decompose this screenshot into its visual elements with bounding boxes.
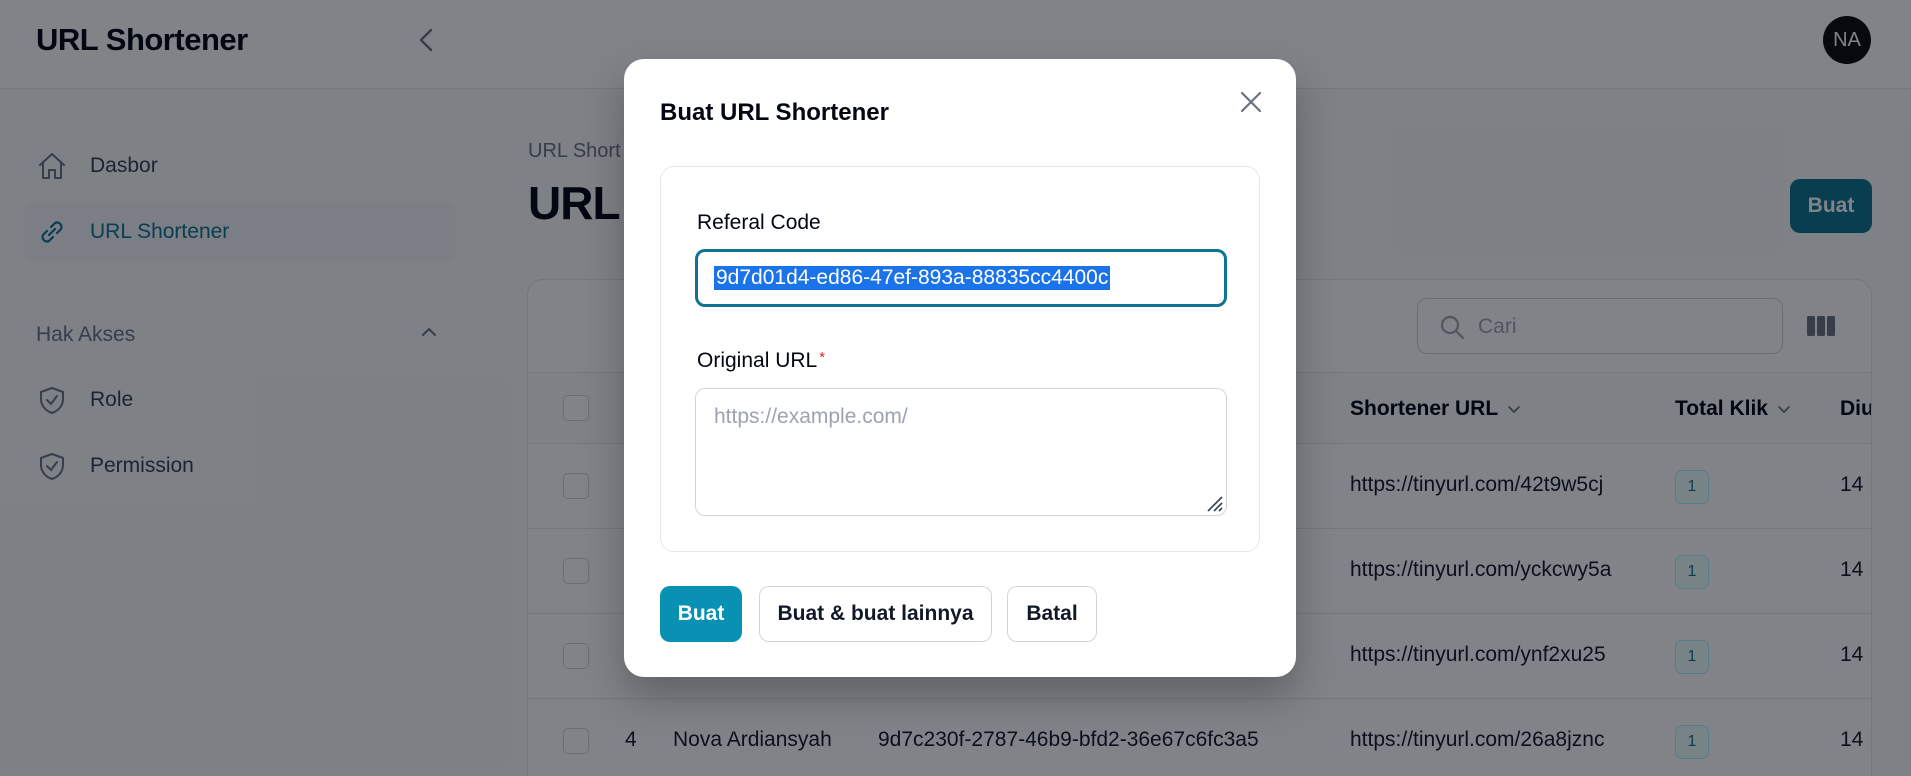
resize-handle-icon[interactable] — [1203, 492, 1223, 512]
create-url-modal: Buat URL Shortener Referal Code 9d7d01d4… — [624, 59, 1296, 677]
form-section: Referal Code 9d7d01d4-ed86-47ef-893a-888… — [660, 166, 1260, 552]
required-mark: * — [819, 349, 826, 366]
create-button[interactable]: Buat — [660, 586, 742, 642]
referal-code-input[interactable]: 9d7d01d4-ed86-47ef-893a-88835cc4400c — [695, 249, 1227, 307]
cancel-button[interactable]: Batal — [1007, 586, 1097, 642]
close-icon[interactable] — [1236, 87, 1266, 117]
referal-code-value: 9d7d01d4-ed86-47ef-893a-88835cc4400c — [714, 266, 1111, 290]
modal-title: Buat URL Shortener — [660, 99, 889, 126]
create-another-button[interactable]: Buat & buat lainnya — [759, 586, 992, 642]
original-url-label: Original URL * — [697, 349, 825, 373]
referal-code-label: Referal Code — [697, 211, 821, 234]
original-url-label-text: Original URL — [697, 349, 818, 372]
original-url-placeholder: https://example.com/ — [714, 405, 908, 428]
original-url-textarea[interactable]: https://example.com/ — [695, 388, 1227, 516]
